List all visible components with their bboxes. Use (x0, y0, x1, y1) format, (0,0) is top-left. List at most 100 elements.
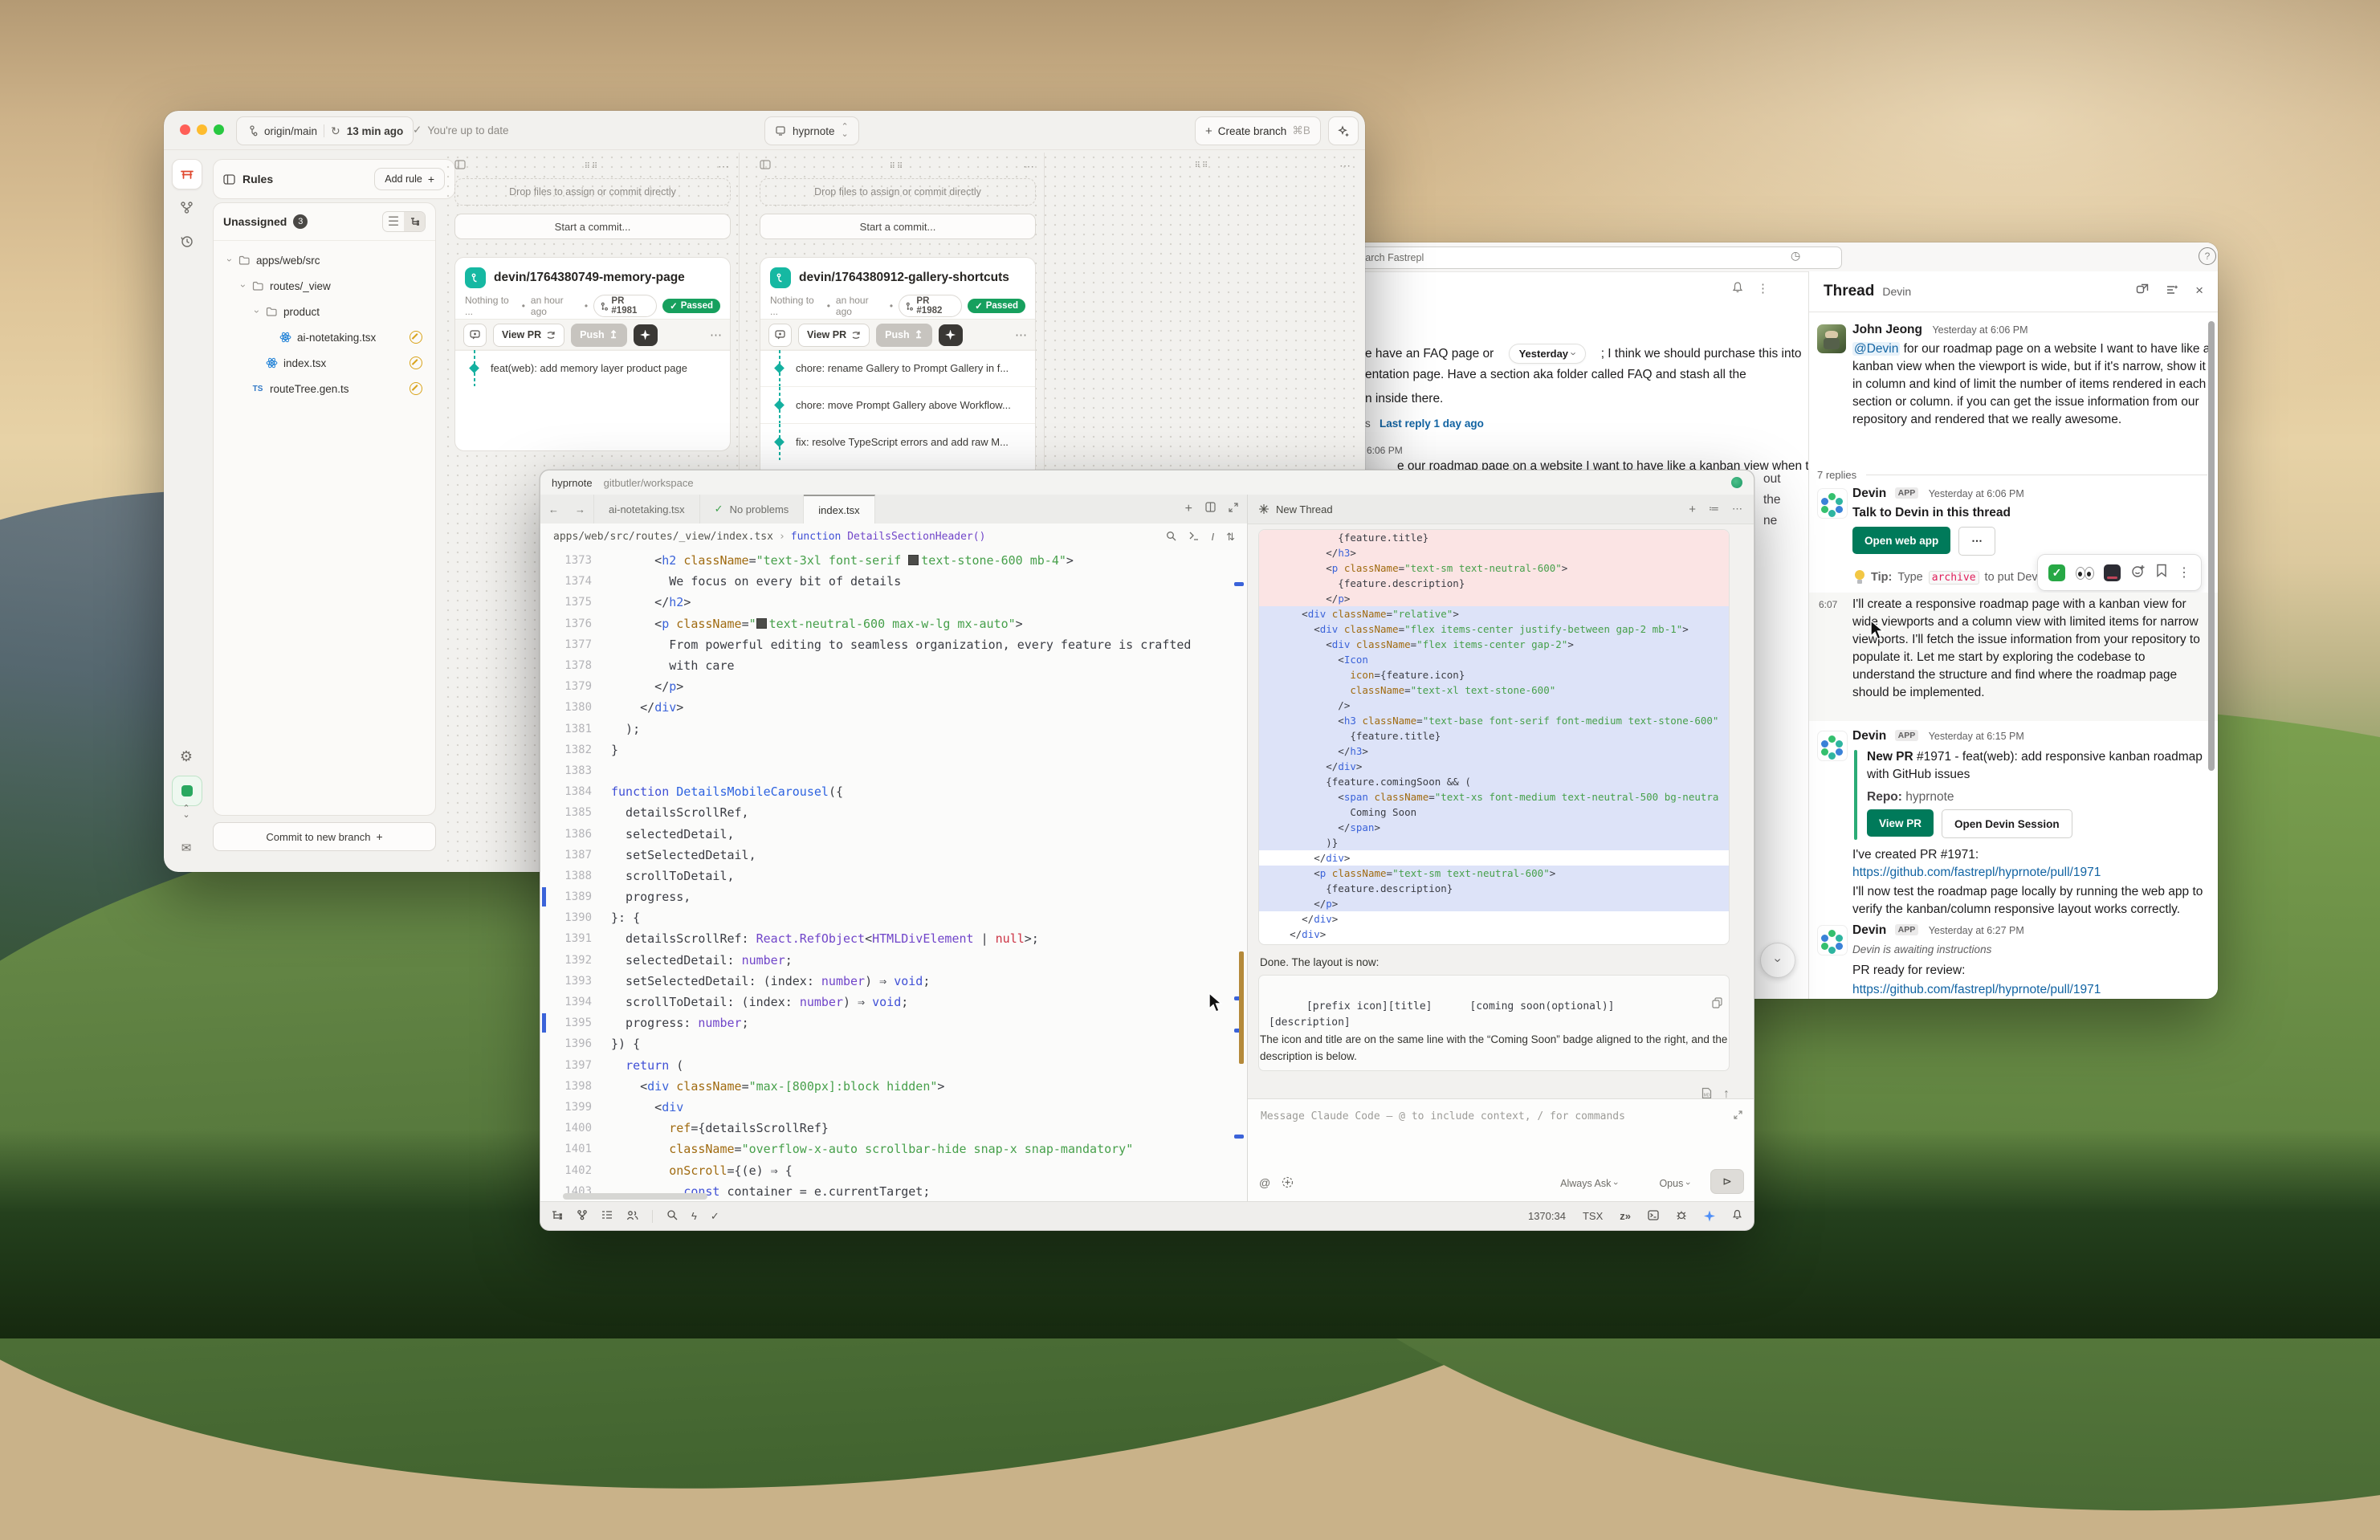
commit-to-new-branch-button[interactable]: Commit to new branch+ (213, 822, 436, 851)
scroll-to-bottom-button[interactable]: › (1760, 943, 1795, 978)
message-more-button[interactable]: ⋯ (1958, 527, 1995, 556)
replies-count[interactable]: 7 replies (1817, 469, 1856, 481)
ai-actions-button[interactable] (1328, 116, 1359, 145)
bell-icon[interactable] (1731, 281, 1744, 298)
project-panel-icon[interactable] (552, 1210, 563, 1223)
code-line[interactable]: 1379 </p> (540, 676, 1248, 697)
message-timestamp[interactable]: Yesterday at 6:06 PM (1932, 324, 2027, 336)
lane-menu-icon[interactable]: ⋯ (718, 160, 729, 173)
date-divider-pill[interactable]: Yesterday› (1509, 344, 1587, 364)
branch-ai-button[interactable] (939, 324, 963, 346)
minimize-window-button[interactable] (197, 124, 207, 135)
list-view-button[interactable]: ☰ (383, 212, 404, 231)
start-commit-button[interactable]: Start a commit... (454, 214, 731, 239)
close-icon[interactable]: × (2195, 283, 2203, 300)
git-panel-icon[interactable] (577, 1209, 588, 1223)
message-timestamp[interactable]: Yesterday at 6:27 PM (1929, 925, 2024, 936)
project-switcher[interactable]: hyprnote ⌃⌄ (764, 116, 859, 145)
branch-name[interactable]: devin/1764380749-memory-page (494, 271, 685, 285)
ci-status-badge[interactable]: ✓ Passed (968, 299, 1025, 313)
code-line[interactable]: 1391 detailsScrollRef: React.RefObject<H… (540, 928, 1248, 949)
pr-link[interactable]: https://github.com/fastrepl/hyprnote/pul… (1852, 981, 2101, 999)
push-button[interactable]: Push↥ (571, 324, 626, 347)
code-line[interactable]: 1380 </div> (540, 697, 1248, 718)
terminal-icon[interactable] (1648, 1210, 1659, 1223)
permission-mode-dropdown[interactable]: Always Ask› (1560, 1178, 1617, 1189)
slack-search-input[interactable]: Search Fastrepl (1285, 246, 1842, 269)
tree-item-routes-view[interactable]: ›routes/_view (217, 273, 432, 299)
view-pr-button[interactable]: View PR (1867, 809, 1934, 837)
lane-menu-icon[interactable]: ⋯ (1023, 160, 1034, 173)
start-commit-button[interactable]: Start a commit... (760, 214, 1036, 239)
help-icon[interactable]: ? (2199, 247, 2216, 265)
tree-item-apps-web-src[interactable]: ›apps/web/src (217, 247, 432, 273)
code-line[interactable]: 1402 onScroll={(e) ⇒ { (540, 1159, 1248, 1180)
add-reaction-icon[interactable] (2131, 564, 2146, 582)
file-status-icon[interactable] (410, 356, 422, 369)
diagnostics-lightning-icon[interactable]: ϟ (691, 1210, 697, 1222)
notification-bell-icon[interactable] (1732, 1209, 1742, 1223)
diagnostics-check-icon[interactable]: ✓ (711, 1210, 719, 1223)
check-reaction-button[interactable]: ✓ (2048, 564, 2065, 581)
selection-menu-icon[interactable]: ⇅ (1226, 531, 1235, 544)
branch-more-button[interactable]: ⋯ (1015, 328, 1027, 342)
outline-panel-icon[interactable] (601, 1210, 613, 1222)
split-pane-icon[interactable] (1205, 502, 1216, 516)
branch-more-button[interactable]: ⋯ (710, 328, 722, 342)
lane-menu-icon[interactable]: ⋯ (1339, 159, 1351, 173)
code-line[interactable]: 1401 className="overflow-x-auto scrollba… (540, 1139, 1248, 1159)
debug-icon[interactable] (1676, 1209, 1687, 1223)
tree-item-product[interactable]: ›product (217, 299, 432, 324)
ci-status-badge[interactable]: ✓ Passed (662, 299, 720, 313)
search-icon[interactable] (666, 1209, 678, 1223)
custom-reaction-button[interactable] (2104, 564, 2121, 581)
tree-item-index-tsx[interactable]: index.tsx (217, 350, 432, 376)
tree-item-routetree-gen-ts[interactable]: TSrouteTree.gen.ts (217, 376, 432, 401)
kebab-icon[interactable]: ⋮ (1757, 281, 1769, 298)
code-line[interactable]: 1374 We focus on every bit of details (540, 571, 1248, 592)
zoom-window-button[interactable] (214, 124, 224, 135)
commit-row[interactable]: chore: rename Gallery to Prompt Gallery … (760, 349, 1035, 386)
sender-name[interactable]: Devin (1852, 923, 1886, 937)
code-line[interactable]: 1377 From powerful editing to seamless o… (540, 634, 1248, 655)
open-devin-session-button[interactable]: Open Devin Session (1942, 809, 2072, 838)
send-message-button[interactable]: ⊳ (1710, 1169, 1744, 1194)
thread-history-icon[interactable]: ≔ (1709, 503, 1719, 516)
code-line[interactable]: 1390}: { (540, 907, 1248, 928)
add-context-icon[interactable] (1282, 1176, 1294, 1191)
editor-scrollbar[interactable] (1233, 550, 1247, 1202)
model-dropdown[interactable]: Opus› (1659, 1178, 1689, 1189)
pr-number-badge[interactable]: PR #1982 (899, 295, 962, 317)
file-status-icon[interactable] (410, 382, 422, 395)
branch-ai-button[interactable] (634, 324, 658, 346)
horizontal-scrollbar[interactable] (563, 1193, 707, 1200)
drag-handle-icon[interactable]: ⠿⠿ (585, 162, 600, 171)
lane-collapse-icon[interactable] (760, 159, 771, 173)
code-line[interactable]: 1398 <div className="max-[800px]:block h… (540, 1076, 1248, 1097)
code-line[interactable]: 1396}) { (540, 1033, 1248, 1054)
cursor-position[interactable]: 1370:34 (1528, 1210, 1566, 1222)
lane-collapse-icon[interactable] (454, 159, 466, 173)
rail-collapse-button[interactable]: ⌃⌄ (172, 803, 201, 821)
open-web-app-button[interactable]: Open web app (1852, 527, 1950, 554)
ai-assistant-icon[interactable] (1704, 1211, 1715, 1222)
close-window-button[interactable] (180, 124, 190, 135)
code-line[interactable]: 1397 return ( (540, 1055, 1248, 1076)
code-line[interactable]: 1381 ); (540, 719, 1248, 739)
editor-project-name[interactable]: hyprnote (552, 477, 593, 489)
chevron-down-icon[interactable]: › (224, 255, 235, 265)
devin-avatar[interactable] (1817, 925, 1848, 955)
code-line[interactable]: 1384function DetailsMobileCarousel({ (540, 781, 1248, 802)
code-actions-icon[interactable] (1188, 531, 1199, 544)
mention-icon[interactable]: @ (1259, 1176, 1270, 1191)
review-comment-button[interactable] (463, 324, 487, 347)
commit-row[interactable]: feat(web): add memory layer product page (455, 349, 730, 386)
editor-branch-name[interactable]: gitbutler/workspace (604, 477, 694, 489)
devin-avatar[interactable] (1817, 488, 1848, 519)
message-timestamp[interactable]: Yesterday at 6:15 PM (1929, 731, 2024, 742)
feedback-rail-button[interactable]: ✉ (172, 833, 201, 862)
thread-settings-icon[interactable] (2166, 283, 2179, 300)
buffer-search-icon[interactable] (1166, 531, 1176, 544)
code-line[interactable]: 1385 detailsScrollRef, (540, 802, 1248, 823)
nav-back-button[interactable]: ← (540, 495, 567, 524)
